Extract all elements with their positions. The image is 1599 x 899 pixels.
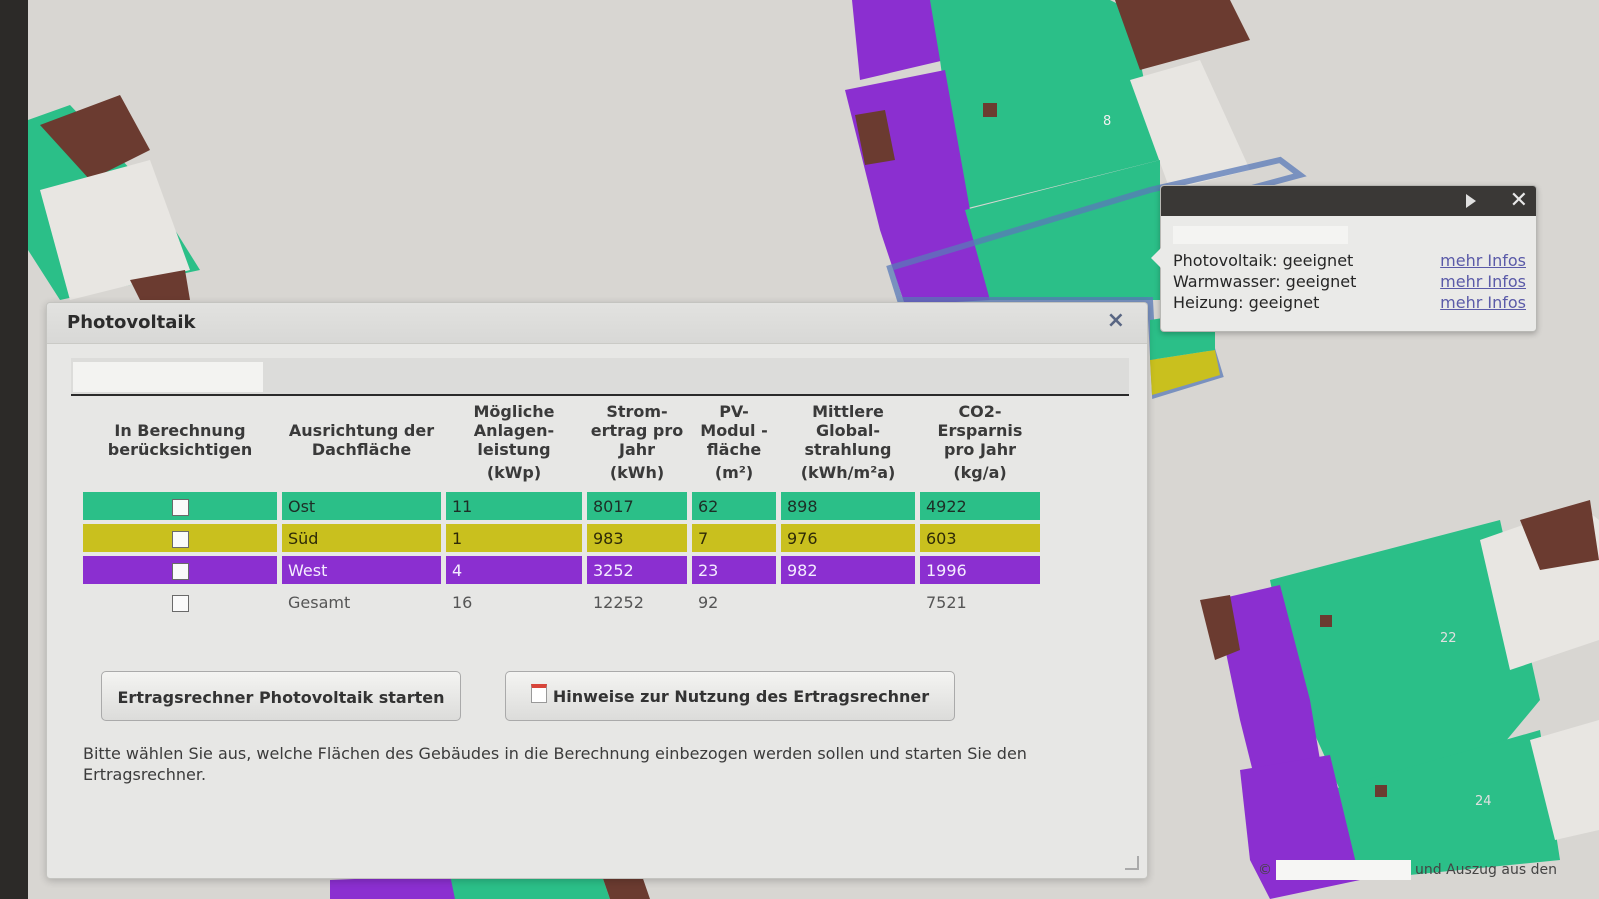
include-checkbox[interactable] (171, 562, 189, 580)
popup-row: Warmwasser: geeignet mehr Infos (1173, 271, 1526, 292)
header-globalstrahlung: Mittlere Global-strahlung (804, 402, 892, 459)
mehr-infos-link[interactable]: mehr Infos (1440, 250, 1526, 271)
roof-brown-small-br-2[interactable] (1375, 785, 1387, 797)
cell-co2: 7521 (926, 592, 967, 612)
cell-name: Ost (282, 492, 441, 520)
dialog-title: Photovoltaik (67, 312, 196, 333)
unit-co2: (kg/a) (953, 463, 1007, 482)
map-attribution: © und Auszug aus den (1258, 860, 1557, 880)
popup-suitability-list: Photovoltaik: geeignet mehr Infos Warmwass… (1173, 250, 1526, 313)
include-cell (83, 492, 277, 520)
popup-row-label: Photovoltaik: geeignet (1173, 251, 1354, 270)
cell-co2: 1996 (920, 556, 1040, 584)
cell-ertrag: 12252 (593, 592, 644, 612)
screen-edge (0, 0, 28, 899)
cell-ertrag: 983 (587, 524, 687, 552)
map-label-24: 24 (1475, 794, 1492, 809)
cell-strahlung: 982 (781, 556, 915, 584)
cell-flaeche: 23 (692, 556, 776, 584)
cell-co2: 4922 (920, 492, 1040, 520)
play-icon[interactable] (1466, 194, 1476, 208)
cell-leistung: 16 (452, 592, 473, 612)
include-cell (83, 588, 277, 616)
dialog-close-icon[interactable]: × (1107, 308, 1125, 333)
cell-leistung: 1 (446, 524, 582, 552)
resize-handle-icon[interactable] (1125, 856, 1139, 870)
hinweise-button-label: Hinweise zur Nutzung des Ertragsrechner (552, 687, 930, 706)
header-ausrichtung: Ausrichtung der Dachfläche (288, 421, 435, 459)
cell-strahlung: 898 (781, 492, 915, 520)
cell-strahlung: 976 (781, 524, 915, 552)
table-row: West 4 3252 23 982 1996 (83, 556, 1040, 584)
roof-brown-small-br[interactable] (1320, 615, 1332, 627)
unit-ertrag: (kWh) (609, 463, 665, 482)
dialog-header[interactable]: Photovoltaik × (47, 303, 1147, 344)
unit-globalstrahlung: (kWh/m²a) (800, 463, 896, 482)
include-checkbox[interactable] (171, 498, 189, 516)
pv-table-body: Ost 11 8017 62 898 4922 Süd 1 983 7 976 603 West 4 325… (83, 492, 1040, 616)
attribution-suffix: und Auszug aus den (1415, 862, 1557, 878)
info-popup: ✕ Photovoltaik: geeignet mehr Infos Warmwa… (1151, 185, 1537, 332)
popup-toolbar: ✕ (1161, 186, 1536, 216)
map-label-22: 22 (1440, 631, 1457, 646)
cell-flaeche: 62 (692, 492, 776, 520)
cell-leistung: 11 (446, 492, 582, 520)
popup-row: Photovoltaik: geeignet mehr Infos (1173, 250, 1526, 271)
cell-ertrag: 3252 (587, 556, 687, 584)
calendar-icon (530, 684, 547, 703)
tab-active[interactable] (73, 362, 263, 392)
cell-name: Gesamt (288, 592, 351, 612)
hinweise-button[interactable]: Hinweise zur Nutzung des Ertragsrechner (505, 671, 955, 721)
attribution-redacted (1276, 860, 1411, 880)
pv-table: In Berechnung berücksichtigen Ausrichtun… (78, 398, 1045, 620)
table-row-total: Gesamt 16 12252 92 7521 (83, 588, 1040, 616)
header-modulflaeche: PV-Modul - fläche (700, 402, 768, 459)
mehr-infos-link[interactable]: mehr Infos (1440, 292, 1526, 313)
table-row: Ost 11 8017 62 898 4922 (83, 492, 1040, 520)
unit-modulflaeche: (m²) (714, 463, 754, 482)
popup-row: Heizung: geeignet mehr Infos (1173, 292, 1526, 313)
instruction-text: Bitte wählen Sie aus, welche Flächen des… (83, 744, 1027, 784)
cell-name: Süd (282, 524, 441, 552)
header-berechnung: In Berechnung berücksichtigen (107, 421, 253, 459)
cell-strahlung (781, 588, 915, 616)
cell-name: West (282, 556, 441, 584)
popup-pointer (1151, 248, 1161, 268)
start-ertragsrechner-button[interactable]: Ertragsrechner Photovoltaik starten (101, 671, 461, 721)
header-co2: CO2-Ersparnis pro Jahr (937, 402, 1023, 459)
cell-ertrag: 8017 (587, 492, 687, 520)
map-label-8: 8 (1103, 114, 1111, 129)
include-checkbox[interactable] (171, 530, 189, 548)
dialog-tab-bar (71, 358, 1129, 396)
header-leistung: Mögliche Anlagen-leistung (473, 402, 555, 459)
photovoltaik-dialog: Photovoltaik × In Berechnung berücksicht… (46, 302, 1148, 879)
header-ertrag: Strom-ertrag pro Jahr (590, 402, 684, 459)
include-cell (83, 556, 277, 584)
table-header-row: In Berechnung berücksichtigen Ausrichtun… (83, 402, 1040, 459)
roof-brown-small[interactable] (983, 103, 997, 117)
cell-co2: 603 (920, 524, 1040, 552)
table-units-row: (kWp) (kWh) (m²) (kWh/m²a) (kg/a) (83, 463, 1040, 488)
attribution-prefix: © (1258, 862, 1272, 878)
cell-leistung: 4 (446, 556, 582, 584)
popup-row-label: Warmwasser: geeignet (1173, 272, 1357, 291)
popup-close-icon[interactable]: ✕ (1510, 188, 1528, 213)
unit-ausrichtung (282, 463, 441, 488)
include-checkbox[interactable] (171, 594, 189, 612)
table-row: Süd 1 983 7 976 603 (83, 524, 1040, 552)
cell-flaeche: 7 (692, 524, 776, 552)
mehr-infos-link[interactable]: mehr Infos (1440, 271, 1526, 292)
popup-redacted-address (1173, 226, 1348, 244)
cell-flaeche: 92 (698, 592, 719, 612)
include-cell (83, 524, 277, 552)
unit-berechnung (83, 463, 277, 488)
unit-leistung: (kWp) (486, 463, 542, 482)
popup-row-label: Heizung: geeignet (1173, 293, 1320, 312)
